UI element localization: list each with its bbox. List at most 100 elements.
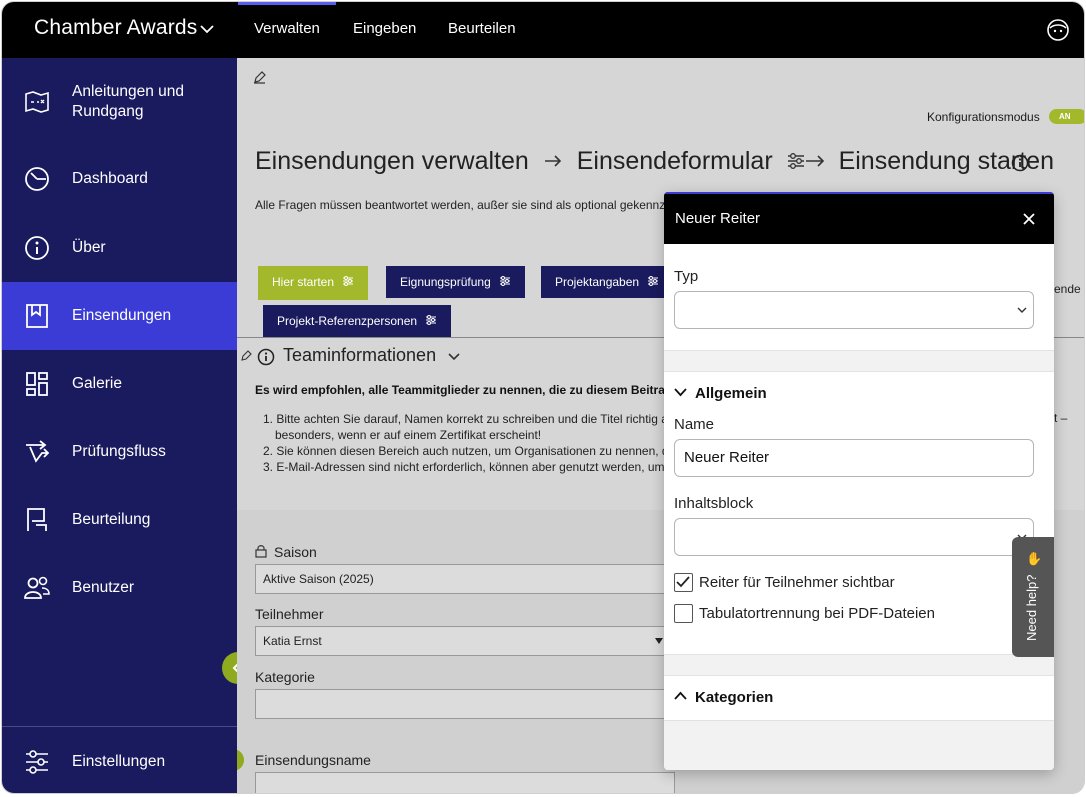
checkmark-icon xyxy=(676,576,690,588)
user-face-icon[interactable] xyxy=(1046,18,1070,42)
app-title[interactable]: Chamber Awards xyxy=(34,16,198,40)
pencil-icon[interactable] xyxy=(241,349,253,361)
sliders-icon xyxy=(26,750,48,774)
app-window: Chamber Awards Verwalten Eingeben Beurte… xyxy=(2,2,1084,793)
sidebar-item-label: Dashboard xyxy=(72,170,148,187)
users-icon xyxy=(24,576,50,599)
participant-select[interactable]: Katia Ernst xyxy=(255,626,675,656)
categories-section-header[interactable]: Kategorien xyxy=(674,689,773,706)
info-icon[interactable] xyxy=(1011,154,1029,172)
pencil-icon[interactable] xyxy=(253,70,267,84)
sidebar-item-einsendungen[interactable]: Einsendungen xyxy=(2,282,237,350)
waving-hand-icon: ✋ xyxy=(1026,551,1043,566)
gallery-grid-icon xyxy=(26,372,48,396)
sidebar: Anleitungen und Rundgang Dashboard Über … xyxy=(2,58,237,793)
sidebar-item-einstellungen[interactable]: Einstellungen xyxy=(2,728,237,793)
tip-line: 1. Bitte achten Sie darauf, Namen korrek… xyxy=(263,412,668,426)
type-select[interactable] xyxy=(674,291,1034,329)
tab-label: Projekt-Referenzpersonen xyxy=(277,314,418,328)
arrow-right-icon xyxy=(544,155,561,167)
need-help-tab[interactable]: ✋ Need help? xyxy=(1012,537,1054,657)
dialog-footer xyxy=(664,720,1054,770)
sidebar-item-galerie[interactable]: Galerie xyxy=(2,350,237,418)
category-select[interactable] xyxy=(255,689,675,719)
tab-overflow-text: ende xyxy=(1054,282,1081,296)
lock-icon xyxy=(255,545,267,558)
season-label: Saison xyxy=(274,544,317,560)
tab-eignungspruefung[interactable]: Eignungsprüfung xyxy=(386,266,525,298)
config-mode-toggle[interactable]: AN xyxy=(1049,109,1084,124)
tip-line: 3. E-Mail-Adressen sind nicht erforderli… xyxy=(263,460,665,474)
tab-projekt-referenzpersonen[interactable]: Projekt-Referenzpersonen xyxy=(263,305,452,337)
general-section-title: Allgemein xyxy=(695,385,767,402)
tip-line: 2. Sie können diesen Bereich auch nutzen… xyxy=(263,444,669,458)
entry-name-input[interactable] xyxy=(255,772,675,793)
section-title[interactable]: Teaminformationen xyxy=(283,345,436,366)
sidebar-item-label: Prüfungsfluss xyxy=(72,443,166,460)
sidebar-item-label: Über xyxy=(72,239,106,256)
sidebar-item-beurteilung[interactable]: Beurteilung xyxy=(2,486,237,554)
entry-name-label: Einsendungsname xyxy=(255,752,371,768)
tab-label: Eignungsprüfung xyxy=(400,275,491,289)
dialog-header: Neuer Reiter xyxy=(664,192,1054,244)
breadcrumb: Einsendungen verwalten Einsendeformular … xyxy=(255,146,1054,176)
workflow-icon xyxy=(26,440,50,463)
participant-label: Teilnehmer xyxy=(255,606,324,622)
info-icon xyxy=(25,236,49,260)
sliders-icon xyxy=(343,276,354,286)
name-label: Name xyxy=(674,416,715,433)
pdf-tab-checkbox-label[interactable]: Tabulatortrennung bei PDF-Dateien xyxy=(699,605,935,622)
sidebar-item-benutzer[interactable]: Benutzer xyxy=(2,554,237,622)
info-icon[interactable] xyxy=(257,348,275,366)
chevron-up-icon xyxy=(674,691,687,700)
recommendation-text: Es wird empfohlen, alle Teammitglieder z… xyxy=(255,383,665,397)
tab-hier-starten[interactable]: Hier starten xyxy=(258,266,369,300)
new-tab-dialog: Neuer Reiter Typ Allgemein Name Neuer Re… xyxy=(664,192,1054,770)
visible-checkbox[interactable] xyxy=(674,573,693,592)
type-label: Typ xyxy=(674,268,699,285)
general-section-header[interactable]: Allgemein xyxy=(674,385,767,402)
nav-eingeben[interactable]: Eingeben xyxy=(337,2,432,58)
sliders-icon xyxy=(499,276,510,286)
flag-icon xyxy=(27,508,47,531)
season-field: Aktive Saison (2025) xyxy=(255,564,675,594)
sliders-arrow-icon xyxy=(787,153,824,170)
content-block-label: Inhaltsblock xyxy=(674,495,754,512)
nav-verwalten[interactable]: Verwalten xyxy=(238,2,336,58)
tab-label: Hier starten xyxy=(272,275,335,289)
name-input[interactable]: Neuer Reiter xyxy=(674,439,1034,477)
caret-down-icon xyxy=(655,638,663,644)
need-help-label: Need help? xyxy=(1024,574,1039,642)
map-icon xyxy=(25,91,49,113)
chevron-down-icon[interactable] xyxy=(447,350,461,364)
chevron-down-icon[interactable] xyxy=(198,20,216,38)
sidebar-item-anleitungen[interactable]: Anleitungen und Rundgang xyxy=(2,68,237,136)
close-icon[interactable] xyxy=(1022,212,1036,226)
content-block-select[interactable] xyxy=(674,518,1034,556)
breadcrumb-item-formular[interactable]: Einsendeformular xyxy=(577,147,773,175)
chevron-down-icon xyxy=(674,388,687,397)
bookmark-icon xyxy=(26,304,48,328)
category-label: Kategorie xyxy=(255,669,315,685)
categories-section-title: Kategorien xyxy=(695,689,774,706)
top-bar: Chamber Awards Verwalten Eingeben Beurte… xyxy=(2,2,1084,58)
breadcrumb-item-verwalten[interactable]: Einsendungen verwalten xyxy=(255,147,529,175)
dialog-title: Neuer Reiter xyxy=(675,210,761,227)
dashboard-gauge-icon xyxy=(25,167,49,191)
nav-beurteilen[interactable]: Beurteilen xyxy=(432,2,532,58)
config-mode-label: Konfigurationsmodus xyxy=(927,110,1040,124)
sidebar-item-label: Einsendungen xyxy=(72,307,172,324)
tips-list: 1. Bitte achten Sie darauf, Namen korrek… xyxy=(263,411,669,475)
tab-label: Projektangaben xyxy=(555,275,640,289)
sidebar-item-label: Benutzer xyxy=(72,579,135,596)
tab-projektangaben[interactable]: Projektangaben xyxy=(541,266,674,298)
sidebar-item-label: Einstellungen xyxy=(72,753,166,770)
section-separator xyxy=(664,654,1054,676)
visible-checkbox-label[interactable]: Reiter für Teilnehmer sichtbar xyxy=(699,574,895,591)
pdf-tab-checkbox[interactable] xyxy=(674,604,693,623)
tips-overflow-text: t – xyxy=(1054,411,1068,425)
sidebar-item-ueber[interactable]: Über xyxy=(2,214,237,282)
chevron-down-icon xyxy=(1017,307,1027,313)
sidebar-item-dashboard[interactable]: Dashboard xyxy=(2,145,237,213)
sidebar-item-pruefungsfluss[interactable]: Prüfungsfluss xyxy=(2,418,237,486)
